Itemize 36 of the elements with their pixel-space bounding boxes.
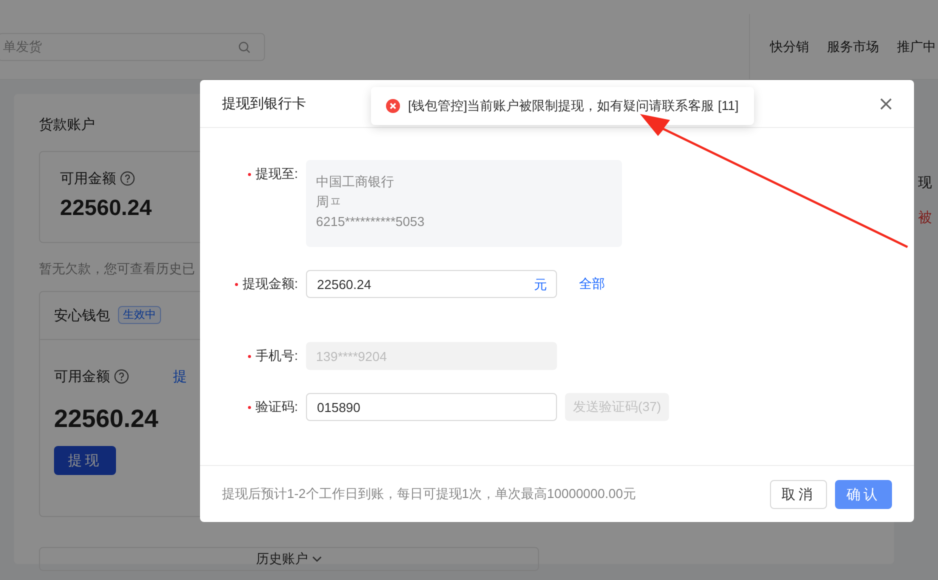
chevron-down-icon <box>312 556 322 562</box>
nav-link[interactable]: 服务市场 <box>827 36 879 56</box>
withdraw-link[interactable]: 提 <box>173 366 187 386</box>
balance-amount: 22560.24 <box>54 404 160 434</box>
bank-card-info: 中国工商银行 周ㅍ 6215**********5053 <box>306 160 622 247</box>
confirm-button[interactable]: 确认 <box>835 480 892 508</box>
side-label: 现 <box>918 173 932 192</box>
verification-code-field[interactable]: 015890 <box>306 393 557 421</box>
history-toggle[interactable]: 历史账户 <box>39 546 539 570</box>
wallet-title: 安心钱包 <box>54 306 110 324</box>
error-icon <box>386 99 400 113</box>
unit-label: 元 <box>534 276 547 294</box>
cancel-button[interactable]: 取消 <box>770 480 827 508</box>
balance-label: 可用金额 <box>54 366 110 386</box>
help-icon <box>114 368 129 384</box>
withdraw-all-link[interactable]: 全部 <box>579 274 605 294</box>
status-badge: 生效中 <box>118 306 161 324</box>
close-icon[interactable] <box>880 98 892 110</box>
nav-link[interactable]: 推广中 <box>897 36 936 56</box>
withdraw-button[interactable]: 提现 <box>54 446 116 475</box>
toast-message: [钱包管控]当前账户被限制提现，如有疑问请联系客服 [11] <box>408 97 739 116</box>
balance-label: 可用金额 <box>60 169 116 188</box>
nav-link[interactable]: 快分销 <box>770 36 809 56</box>
field-label: 手机号: <box>255 347 298 366</box>
side-status: 被 <box>918 208 932 227</box>
footer-note: 提现后预计1-2个工作日到账，每日可提现1次，单次最高10000000.00元 <box>222 485 636 504</box>
field-label: 提现金额: <box>242 275 298 294</box>
section-title: 货款账户 <box>39 115 96 134</box>
search-field[interactable]: 单发货 <box>0 32 265 60</box>
field-label: 提现至: <box>255 165 298 184</box>
field-label: 验证码: <box>255 398 298 416</box>
help-icon <box>120 171 135 186</box>
balance-amount: 22560.24 <box>60 194 153 222</box>
history-label: 历史账户 <box>256 550 308 568</box>
debt-note: 暂无欠款，您可查看历史已 <box>39 260 196 278</box>
dialog-title: 提现到银行卡 <box>222 94 306 113</box>
